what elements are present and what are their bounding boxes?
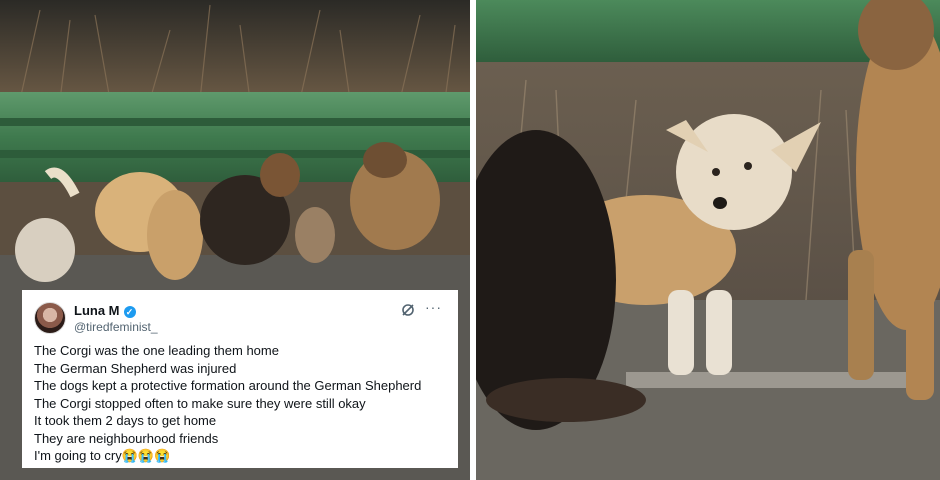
- more-icon[interactable]: ···: [425, 299, 442, 315]
- tweet-line: They are neighbourhood friends: [34, 430, 219, 446]
- display-name-text[interactable]: Luna M: [74, 303, 120, 318]
- corgi-eye: [744, 162, 752, 170]
- tweet-text: The Corgi was the one leading them home …: [34, 342, 446, 465]
- brown-dog-head: [363, 142, 407, 178]
- tan-dog: [147, 190, 203, 280]
- tweet-line: The dogs kept a protective formation aro…: [34, 378, 422, 393]
- tan-dog-leg: [848, 250, 874, 380]
- tweet-card[interactable]: Luna M ✓ @tiredfeminist_ ··· The Corgi wa…: [22, 290, 458, 468]
- grok-icon[interactable]: [400, 302, 416, 318]
- tweet-line: The Corgi stopped often to make sure the…: [34, 395, 366, 411]
- german-shepherd-head: [260, 153, 300, 197]
- tweet-line: The Corgi was the one leading them home: [34, 343, 279, 358]
- right-photo-corgi: [476, 0, 940, 480]
- corgi-eye: [712, 168, 720, 176]
- tweet-line: The German Shepherd was injured: [34, 360, 237, 376]
- tweet-line: I'm going to cry😭😭😭: [34, 448, 171, 463]
- corgi-leg: [706, 290, 732, 375]
- dry-bushes: [0, 0, 470, 100]
- avatar[interactable]: [34, 302, 66, 334]
- guardrail-groove: [0, 118, 470, 126]
- corgi-leg: [668, 290, 694, 375]
- fluffy-white-dog: [15, 218, 75, 282]
- tweet-header: Luna M ✓ @tiredfeminist_ ···: [34, 298, 446, 340]
- small-dog: [295, 207, 335, 263]
- display-name[interactable]: Luna M ✓: [74, 303, 136, 318]
- right-photo-illustration: [476, 0, 940, 480]
- verified-badge-icon: ✓: [123, 306, 136, 318]
- user-handle[interactable]: @tiredfeminist_: [74, 320, 158, 334]
- corgi-nose: [713, 197, 727, 209]
- black-dog-paw: [486, 378, 646, 422]
- tweet-line: It took them 2 days to get home: [34, 413, 217, 428]
- tan-dog-leg: [906, 240, 934, 400]
